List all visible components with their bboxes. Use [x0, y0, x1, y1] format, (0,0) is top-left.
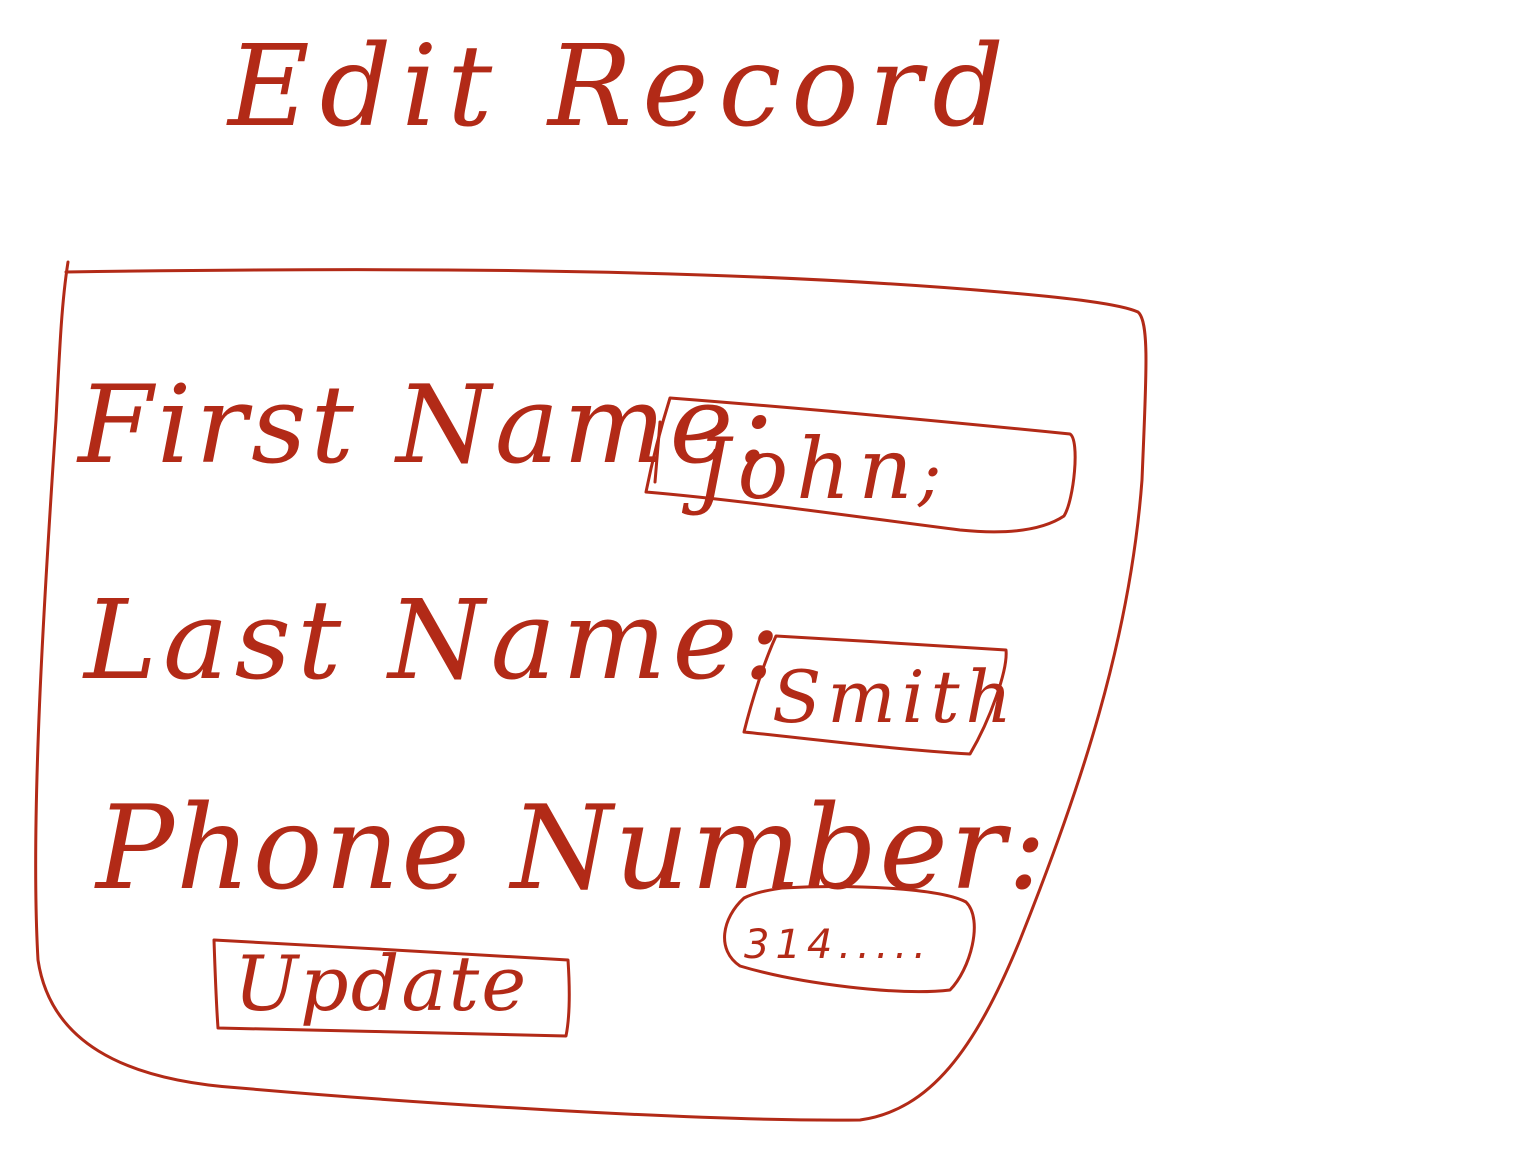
- phone-number-input-value: 314.....: [744, 922, 932, 968]
- update-button[interactable]: Update: [212, 938, 571, 1038]
- wireframe-sketch: Edit Record First Name: John ; Last Name…: [34, 22, 1148, 1122]
- first-name-label: First Name:: [76, 363, 778, 488]
- last-name-input-value: Smith: [772, 655, 1018, 739]
- first-name-input-value: John: [681, 420, 920, 518]
- page-title: Edit Record: [226, 22, 1014, 152]
- phone-number-label: Phone Number:: [94, 781, 1048, 916]
- update-button-label: Update: [234, 939, 528, 1028]
- first-name-cursor-mark: ;: [917, 433, 942, 515]
- last-name-label: Last Name:: [82, 576, 787, 704]
